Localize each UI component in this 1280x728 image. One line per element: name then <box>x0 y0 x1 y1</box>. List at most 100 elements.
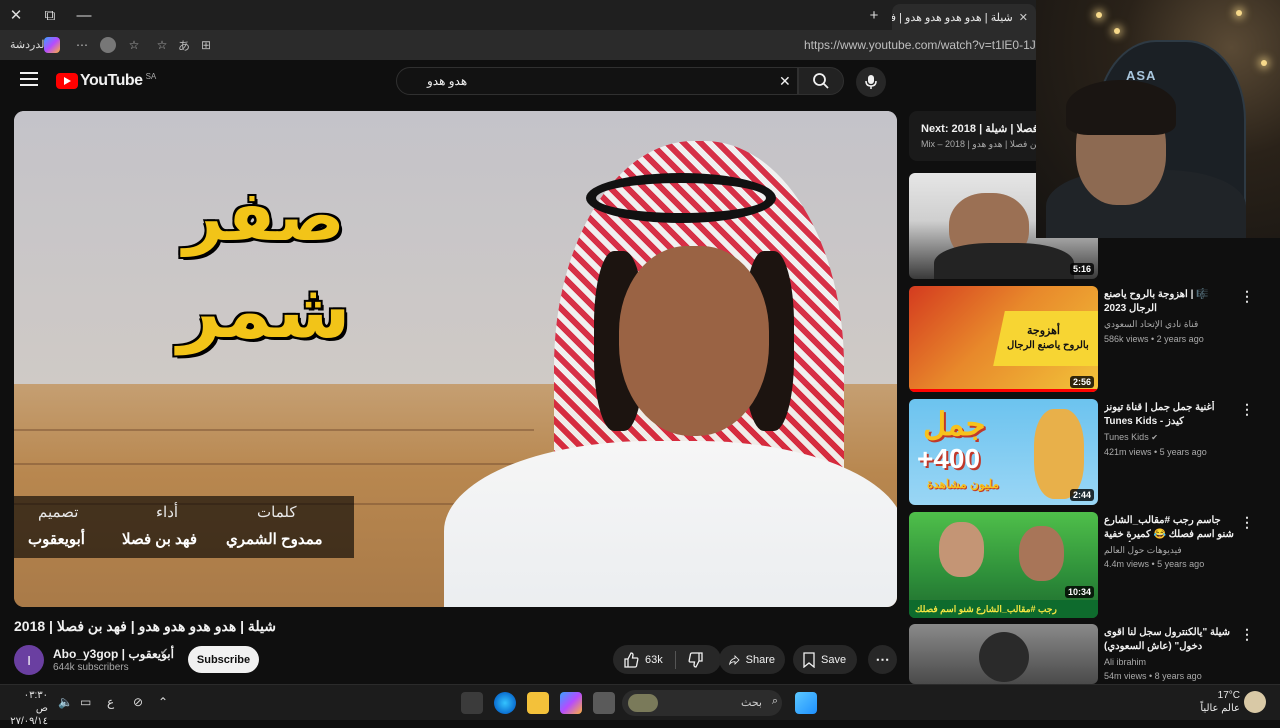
search-button[interactable] <box>798 67 844 95</box>
person-face <box>619 246 769 436</box>
taskbar-clock[interactable]: ٠٣:٣٠ ص ٢٧/٠٩/١٤ <box>10 689 48 728</box>
clock-date: ٢٧/٠٩/١٤ <box>10 716 48 727</box>
up-next-card[interactable]: Next: 2018 | فهد بن فصلا | شيلة Mix – 20… <box>909 111 1037 161</box>
thumbnail-text: مليون مشاهدة <box>927 477 1000 491</box>
file-explorer-icon[interactable] <box>527 692 549 714</box>
video-calligraphy-title: صفر شمر <box>114 171 414 371</box>
related-video-thumbnail[interactable]: رجب #مقالب_الشارع شنو اسم فصلك 10:34 <box>909 512 1098 618</box>
translate-icon[interactable]: あ <box>176 37 192 53</box>
related-video-title[interactable]: أغنية جمل جمل | قناة تيونز كيدز - Tunes … <box>1104 401 1234 429</box>
credit-design-heading: تصميم <box>38 504 79 521</box>
task-view-icon[interactable] <box>593 692 615 714</box>
streamer-hair <box>1066 80 1176 135</box>
video-duration: 2:56 <box>1069 376 1094 388</box>
more-actions-button[interactable]: ⋯ <box>868 645 897 674</box>
save-label: Save <box>821 653 847 666</box>
thumbs-down-icon <box>688 651 703 668</box>
dislike-button[interactable] <box>682 651 704 668</box>
taskbar-search-input[interactable]: بحث <box>741 696 762 709</box>
thumbs-up-icon <box>624 651 639 668</box>
like-button[interactable]: 63k <box>623 651 663 668</box>
profile-avatar-icon[interactable] <box>100 37 116 53</box>
more-options-icon[interactable]: ⋮ <box>1240 401 1254 417</box>
more-options-icon[interactable]: ⋮ <box>1240 626 1254 642</box>
up-next-title: Next: 2018 | فهد بن فصلا | شيلة <box>921 123 1037 135</box>
add-favorite-icon[interactable]: ☆ <box>154 37 170 53</box>
youtube-logo[interactable]: YouTube SA <box>56 72 156 90</box>
related-video-channel[interactable]: Tunes Kids ✔ <box>1104 432 1158 442</box>
video-player[interactable]: صفر شمر كلمات أداء تصميم ممدوح الشمري فه… <box>14 111 897 607</box>
copilot-chat-label[interactable]: الدردشة <box>10 38 48 51</box>
region-code: SA <box>145 71 157 81</box>
tab-close-icon[interactable]: ✕ <box>1019 11 1028 24</box>
share-label: Share <box>745 653 775 666</box>
watch-progress-bar <box>909 389 1098 392</box>
video-duration: 5:16 <box>1069 263 1094 275</box>
like-dislike-group: 63k <box>613 645 721 674</box>
clock-time: ٠٣:٣٠ ص <box>23 690 48 714</box>
url-field[interactable]: https://www.youtube.com/watch?v=t1lE0-1J… <box>804 38 1066 52</box>
related-video-meta: 421m views • 5 years ago <box>1104 447 1207 457</box>
related-video-thumbnail[interactable] <box>909 624 1098 684</box>
temperature: 17°C <box>1217 690 1240 701</box>
credit-performance-heading: أداء <box>156 504 179 521</box>
share-button[interactable]: Share <box>719 645 785 674</box>
clear-search-icon[interactable]: ✕ <box>779 73 791 90</box>
tab-title: شيلة | هدو هدو هدو هدو | فهد بن فص <box>892 11 1013 24</box>
voice-search-button[interactable] <box>856 67 886 97</box>
like-divider <box>674 650 676 669</box>
copilot-icon[interactable] <box>44 37 60 53</box>
minimize-window-icon[interactable]: — <box>68 0 100 30</box>
windows-start-icon[interactable] <box>795 692 817 714</box>
network-icon[interactable]: ▭ <box>80 695 91 709</box>
restore-window-icon[interactable]: ⧉ <box>34 0 66 30</box>
show-hidden-icons[interactable]: ⌃ <box>158 695 168 709</box>
background-light <box>1236 10 1242 16</box>
search-input[interactable]: هدو هدو <box>427 74 467 88</box>
new-tab-icon[interactable]: + <box>858 0 890 30</box>
related-video-title[interactable]: 🎼 | اهزوجة بالروح ياصنع الرجال 2023 <box>1104 288 1234 316</box>
person-igal <box>586 173 776 223</box>
app-available-icon[interactable]: ⊞ <box>198 37 214 53</box>
channel-name[interactable]: Abo_y3gop | أبويعقوب <box>53 647 174 661</box>
streamer-webcam-overlay: ASA <box>1036 0 1280 238</box>
credit-design-value: أبويعقوب <box>28 531 85 548</box>
related-video-meta: 586k views • 2 years ago <box>1104 334 1204 344</box>
related-video-channel[interactable]: Ali ibrahim <box>1104 657 1146 667</box>
save-button[interactable]: Save <box>793 645 857 674</box>
hamburger-menu-icon[interactable] <box>20 72 38 86</box>
related-video-thumbnail[interactable]: جمل +400 مليون مشاهدة 2:44 <box>909 399 1098 505</box>
video-title: شيلة | هدو هدو هدو هدو | فهد بن فصلا | 2… <box>14 618 276 634</box>
search-box[interactable]: هدو هدو ✕ <box>396 67 798 95</box>
close-window-icon[interactable]: ✕ <box>0 0 32 30</box>
related-video-channel[interactable]: قناة نادي الإتحاد السعودي <box>1104 319 1198 330</box>
notifications-off-icon[interactable]: ⊘ <box>133 695 143 709</box>
bookmark-icon <box>803 651 815 668</box>
credit-performance-value: فهد بن فصلا <box>122 531 198 548</box>
volume-icon[interactable]: 🔈 <box>58 695 73 709</box>
browser-tab[interactable]: ✕ شيلة | هدو هدو هدو هدو | فهد بن فص <box>892 4 1036 30</box>
related-video-title[interactable]: جاسم رجب #مقالب_الشارع شنو اسم فصلك 😂 كم… <box>1104 514 1234 542</box>
input-language[interactable]: ع <box>107 695 114 709</box>
copilot-app-icon[interactable] <box>560 692 582 714</box>
channel-name: Tunes Kids <box>1104 432 1149 442</box>
favorites-icon[interactable]: ☆ <box>126 37 142 53</box>
related-video-title[interactable]: شيلة "يالكنترول سجل لنا اقوى دخول" (عاش … <box>1104 626 1234 654</box>
edge-browser-icon[interactable] <box>494 692 516 714</box>
more-options-icon[interactable]: ⋮ <box>1240 514 1254 530</box>
related-video-thumbnail[interactable]: أهزوجة بالروح ياصنع الرجال 2:56 <box>909 286 1098 392</box>
background-light <box>1261 60 1267 66</box>
thumbnail-helmet <box>979 632 1029 682</box>
weather-widget[interactable]: 17°C عالم عالياً <box>1194 689 1240 715</box>
thumbnail-text: رجب #مقالب_الشارع شنو اسم فصلك <box>915 604 1057 614</box>
related-video-channel[interactable]: فيديوهات حول العالم <box>1104 545 1182 556</box>
taskbar-search[interactable]: بحث ⌕ <box>622 690 782 716</box>
more-options-icon[interactable]: ⋯ <box>74 37 90 53</box>
more-options-icon[interactable]: ⋮ <box>1240 288 1254 304</box>
store-app-icon[interactable] <box>461 692 483 714</box>
share-icon <box>729 654 740 665</box>
subscribe-button[interactable]: Subscribe <box>188 646 259 673</box>
channel-avatar[interactable]: I <box>14 645 44 675</box>
weather-icon <box>1244 691 1266 713</box>
calligraphy-line-2: شمر <box>177 266 351 355</box>
